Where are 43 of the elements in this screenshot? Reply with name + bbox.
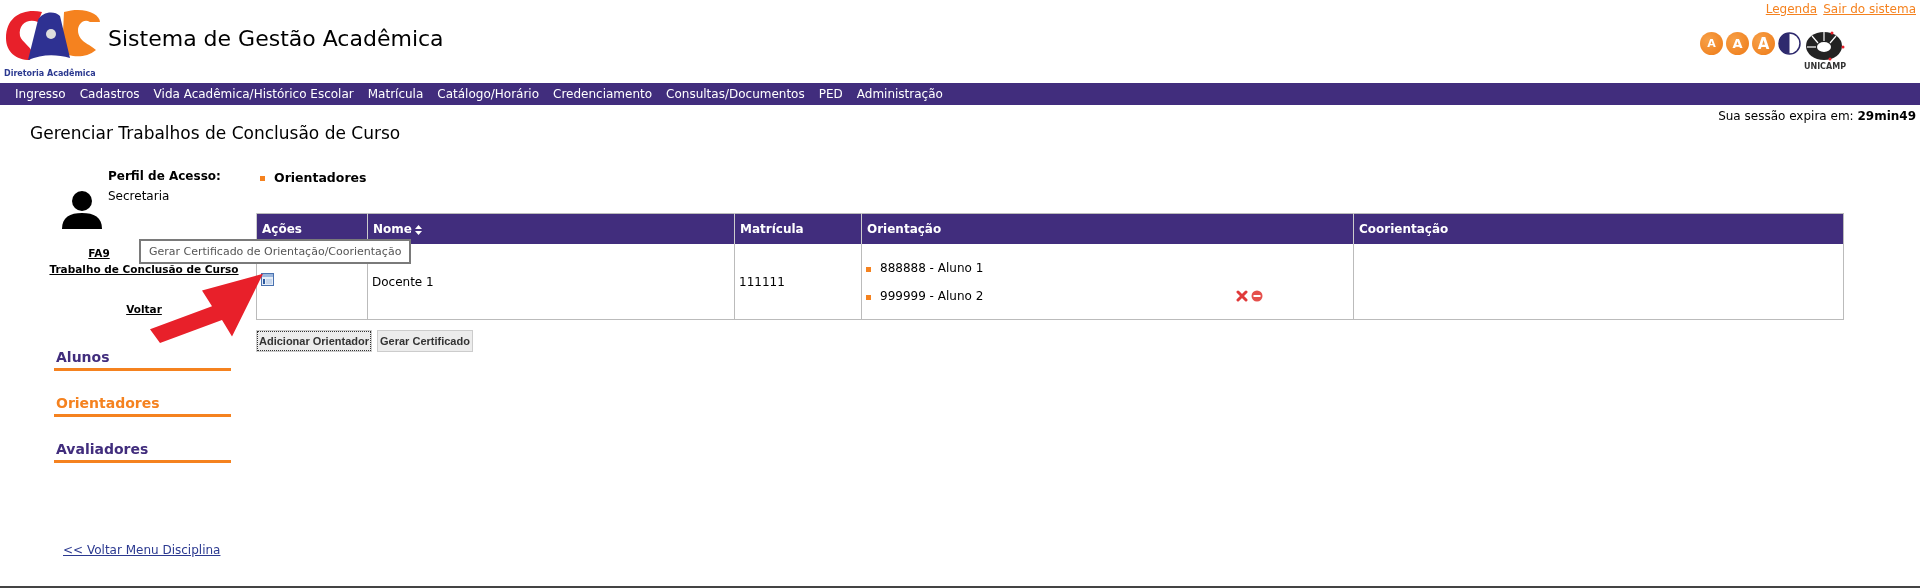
menu-item[interactable]: Vida Acadêmica/Histórico Escolar xyxy=(146,87,361,101)
sort-icon[interactable] xyxy=(414,224,422,235)
menu-item[interactable]: PED xyxy=(811,87,850,101)
remove-icon[interactable] xyxy=(1251,289,1263,302)
back-link[interactable]: << Voltar Menu Disciplina xyxy=(63,543,256,557)
menu-item[interactable]: Cadastros xyxy=(72,87,147,101)
column-header[interactable]: Nome xyxy=(367,213,735,244)
certificate-icon[interactable] xyxy=(261,273,274,286)
sidebar-tab[interactable]: Avaliadores xyxy=(54,441,231,463)
column-header: Coorientação xyxy=(1353,213,1844,244)
menu-item[interactable]: Consultas/Documentos xyxy=(659,87,812,101)
contrast-icon[interactable] xyxy=(1777,32,1801,55)
section-title: Orientadores xyxy=(274,169,367,185)
session-timer: Sua sessão expira em: 29min49 xyxy=(1718,109,1916,123)
discipline-link[interactable]: FA9 xyxy=(88,247,110,259)
menu-item[interactable]: Credenciamento xyxy=(546,87,660,101)
certificate-tooltip: Gerar Certificado de Orientação/Coorientação xyxy=(139,239,412,264)
bullet-icon xyxy=(866,266,871,272)
sidebar-tab[interactable]: Alunos xyxy=(54,349,231,371)
column-header: Matrícula xyxy=(734,213,862,244)
university-logo-icon xyxy=(1803,30,1846,62)
menu-item[interactable]: Ingresso xyxy=(8,87,73,101)
discipline-link[interactable]: Trabalho de Conclusão de Curso xyxy=(49,263,239,275)
app-title: Sistema de Gestão Acadêmica xyxy=(108,26,444,51)
logo-caption: Diretoria Acadêmica xyxy=(4,68,96,78)
student-entry: 888888 - Aluno 1 xyxy=(880,260,984,275)
column-header: Orientação xyxy=(861,213,1354,244)
page-title: Gerenciar Trabalhos de Conclusão de Curso xyxy=(30,123,401,143)
profile-label: Perfil de Acesso: xyxy=(108,169,221,183)
action-button[interactable]: Adicionar Orientador xyxy=(256,330,373,352)
table-cell: 111111 xyxy=(734,244,862,320)
profile-value: Secretaria xyxy=(108,189,171,203)
discipline-link[interactable]: Voltar xyxy=(126,303,162,315)
logo-caption: UNICAMP xyxy=(1803,62,1846,71)
delete-icon[interactable] xyxy=(1236,289,1248,302)
student-entry: 999999 - Aluno 2 xyxy=(880,288,984,303)
menu-item[interactable]: Catálogo/Horário xyxy=(430,87,547,101)
action-button[interactable]: Gerar Certificado xyxy=(377,330,473,352)
user-icon xyxy=(62,191,102,229)
bullet-icon xyxy=(260,176,265,181)
bullet-icon xyxy=(866,294,871,300)
menu-item[interactable]: Matrícula xyxy=(360,87,431,101)
menu-item[interactable]: Administração xyxy=(849,87,950,101)
